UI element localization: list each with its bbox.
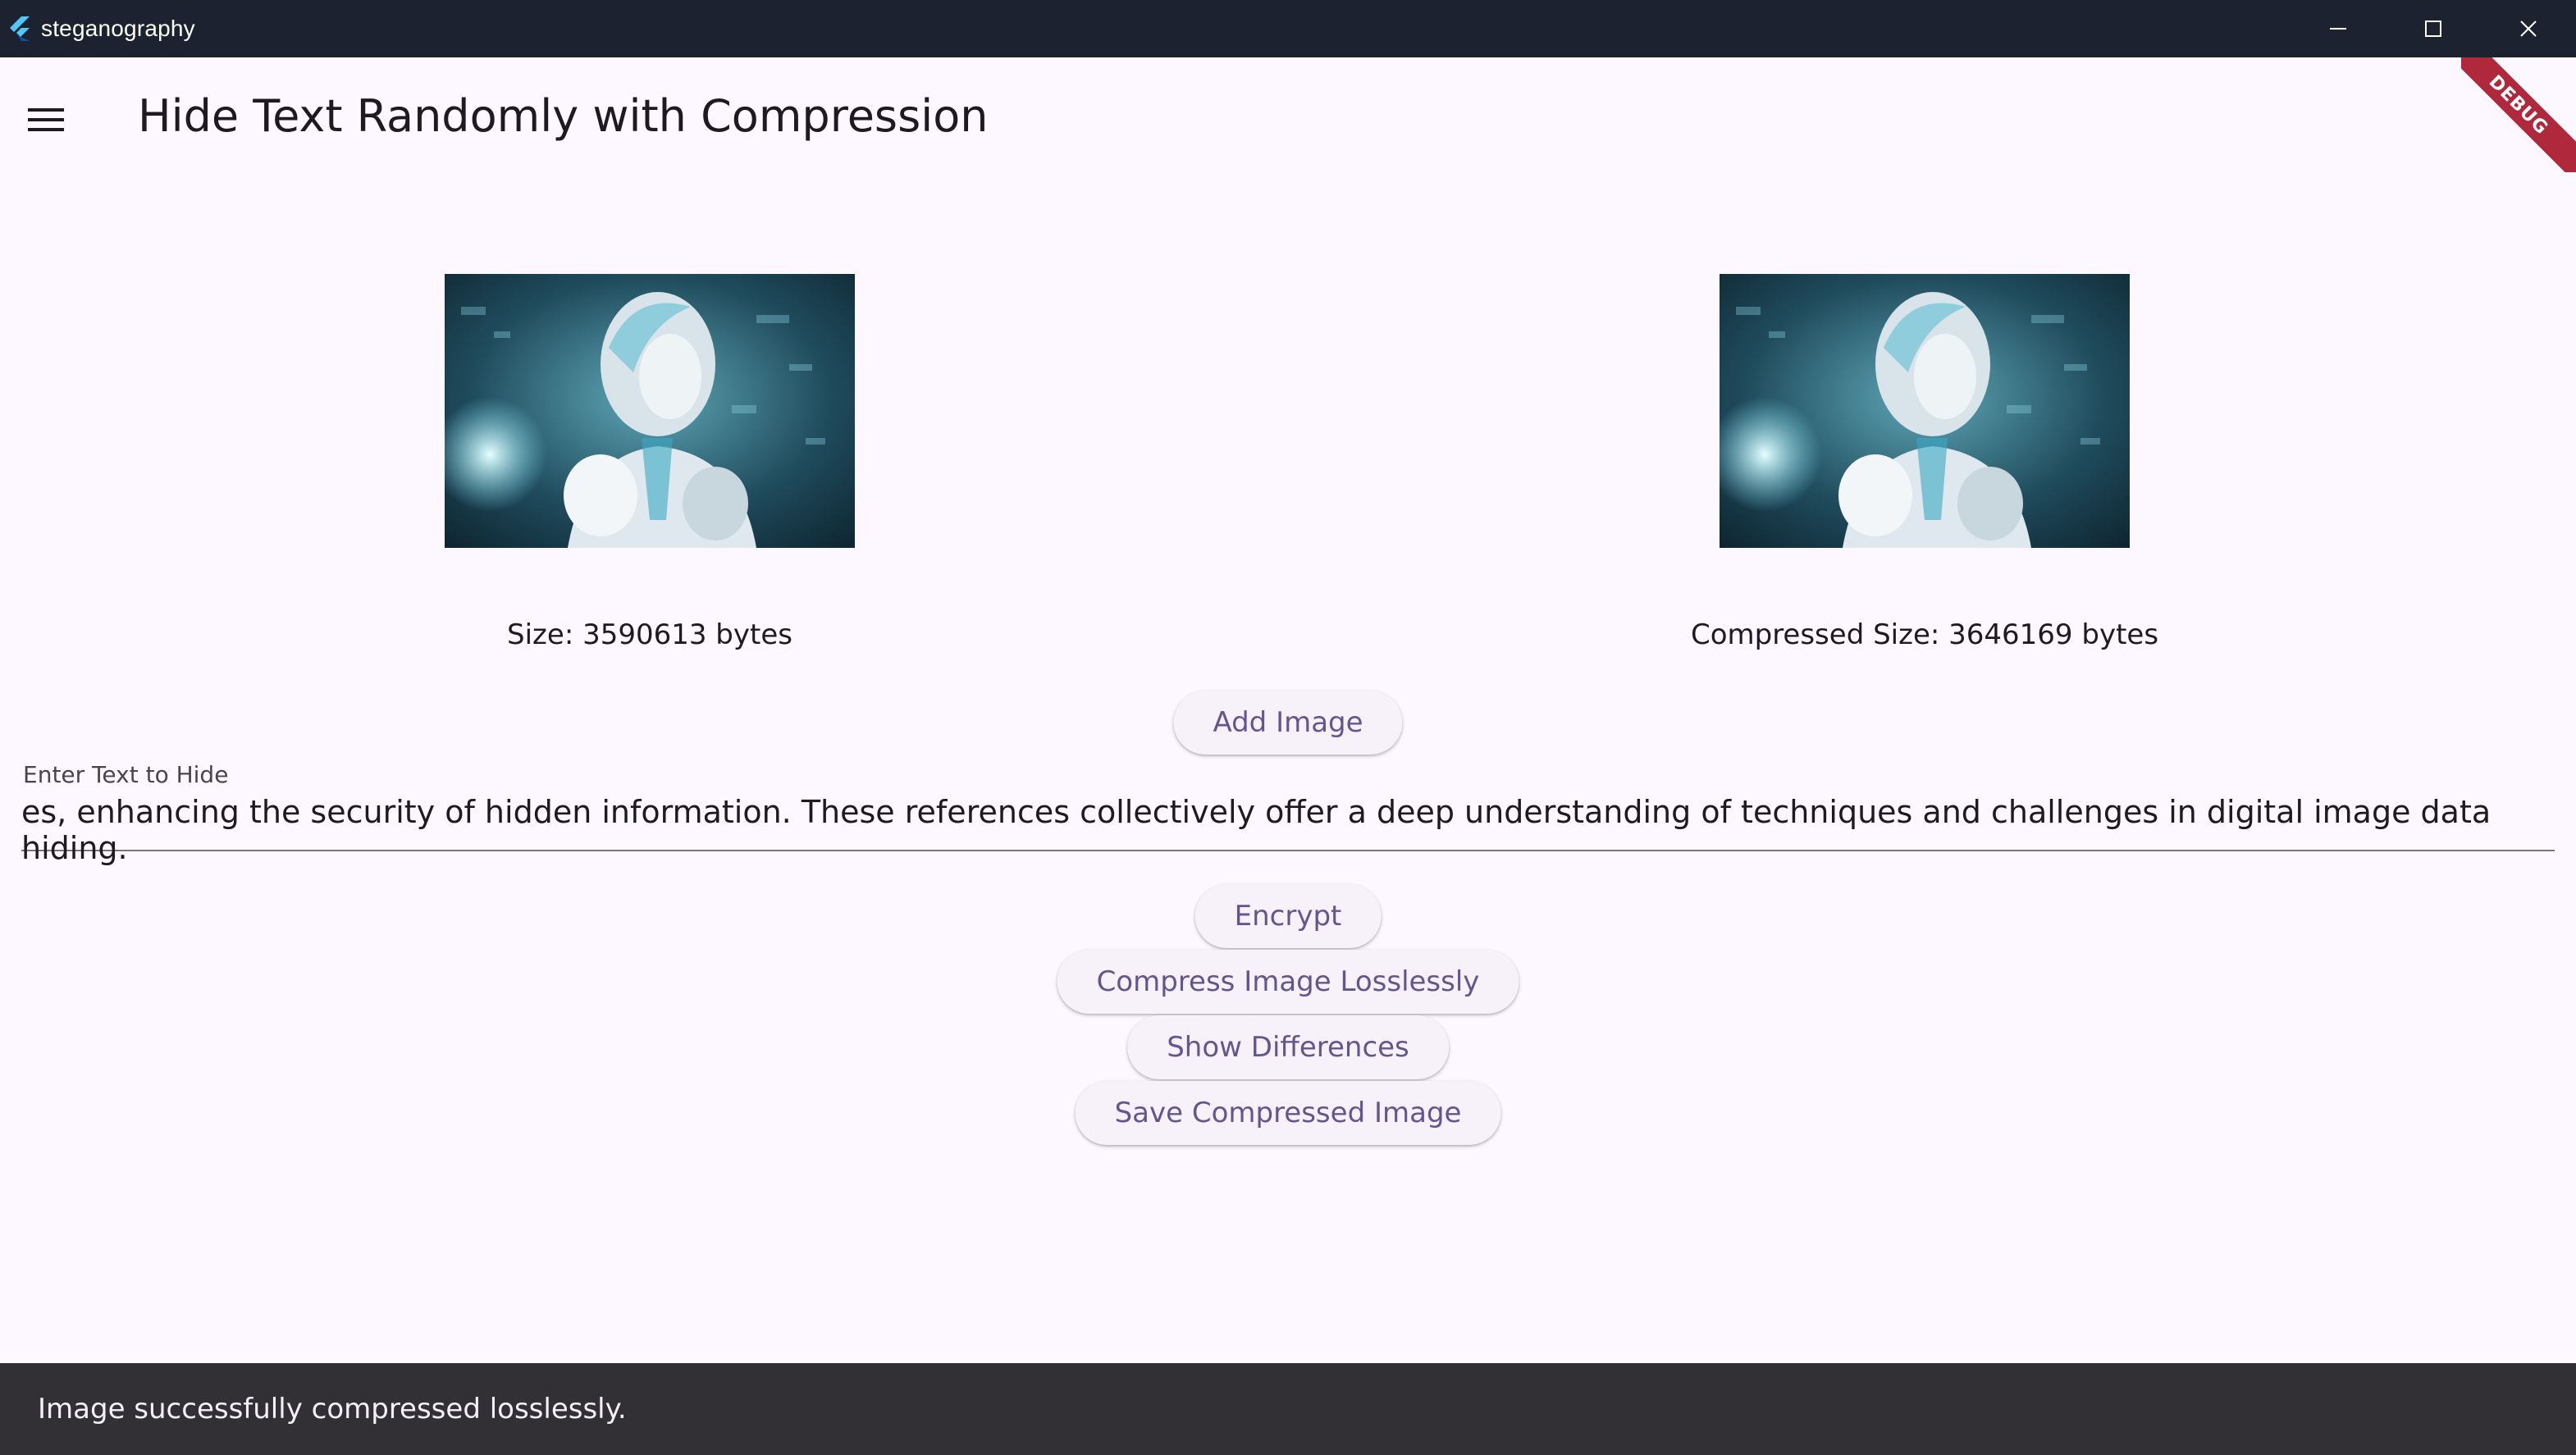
- snackbar-message: Image successfully compressed losslessly…: [38, 1393, 627, 1425]
- window-titlebar: steganography: [0, 0, 2576, 57]
- minimize-icon: [2330, 28, 2346, 30]
- minimize-button[interactable]: [2291, 0, 2386, 57]
- page-title: Hide Text Randomly with Compression: [138, 90, 989, 142]
- debug-label: DEBUG: [2461, 57, 2576, 172]
- compressed-image-preview: [1720, 274, 2130, 548]
- flutter-logo-icon: [10, 16, 30, 41]
- show-differences-button[interactable]: Show Differences: [1127, 1015, 1449, 1079]
- maximize-icon: [2425, 21, 2441, 37]
- text-field-label: Enter Text to Hide: [23, 761, 229, 788]
- hidden-text-input[interactable]: es, enhancing the security of hidden inf…: [21, 794, 2555, 866]
- close-button[interactable]: [2481, 0, 2576, 57]
- compress-losslessly-button[interactable]: Compress Image Losslessly: [1057, 950, 1519, 1014]
- debug-banner: DEBUG: [2461, 57, 2576, 172]
- window-title: steganography: [41, 16, 195, 41]
- add-image-button[interactable]: Add Image: [1173, 691, 1403, 755]
- window-controls: [2291, 0, 2576, 57]
- hidden-text-value: es, enhancing the security of hidden inf…: [21, 794, 2492, 866]
- close-icon: [2520, 21, 2537, 37]
- hamburger-menu-icon: [28, 108, 64, 131]
- encrypt-button[interactable]: Encrypt: [1194, 884, 1382, 948]
- save-compressed-image-button[interactable]: Save Compressed Image: [1075, 1081, 1501, 1145]
- compressed-size-label: Compressed Size: 3646169 bytes: [1690, 618, 2159, 651]
- menu-button[interactable]: [23, 97, 69, 143]
- robot-image: [1720, 274, 2130, 548]
- maximize-button[interactable]: [2386, 0, 2481, 57]
- original-size-label: Size: 3590613 bytes: [507, 618, 792, 651]
- snackbar: Image successfully compressed losslessly…: [0, 1363, 2576, 1455]
- robot-image: [445, 274, 855, 548]
- original-image-preview: [445, 274, 855, 548]
